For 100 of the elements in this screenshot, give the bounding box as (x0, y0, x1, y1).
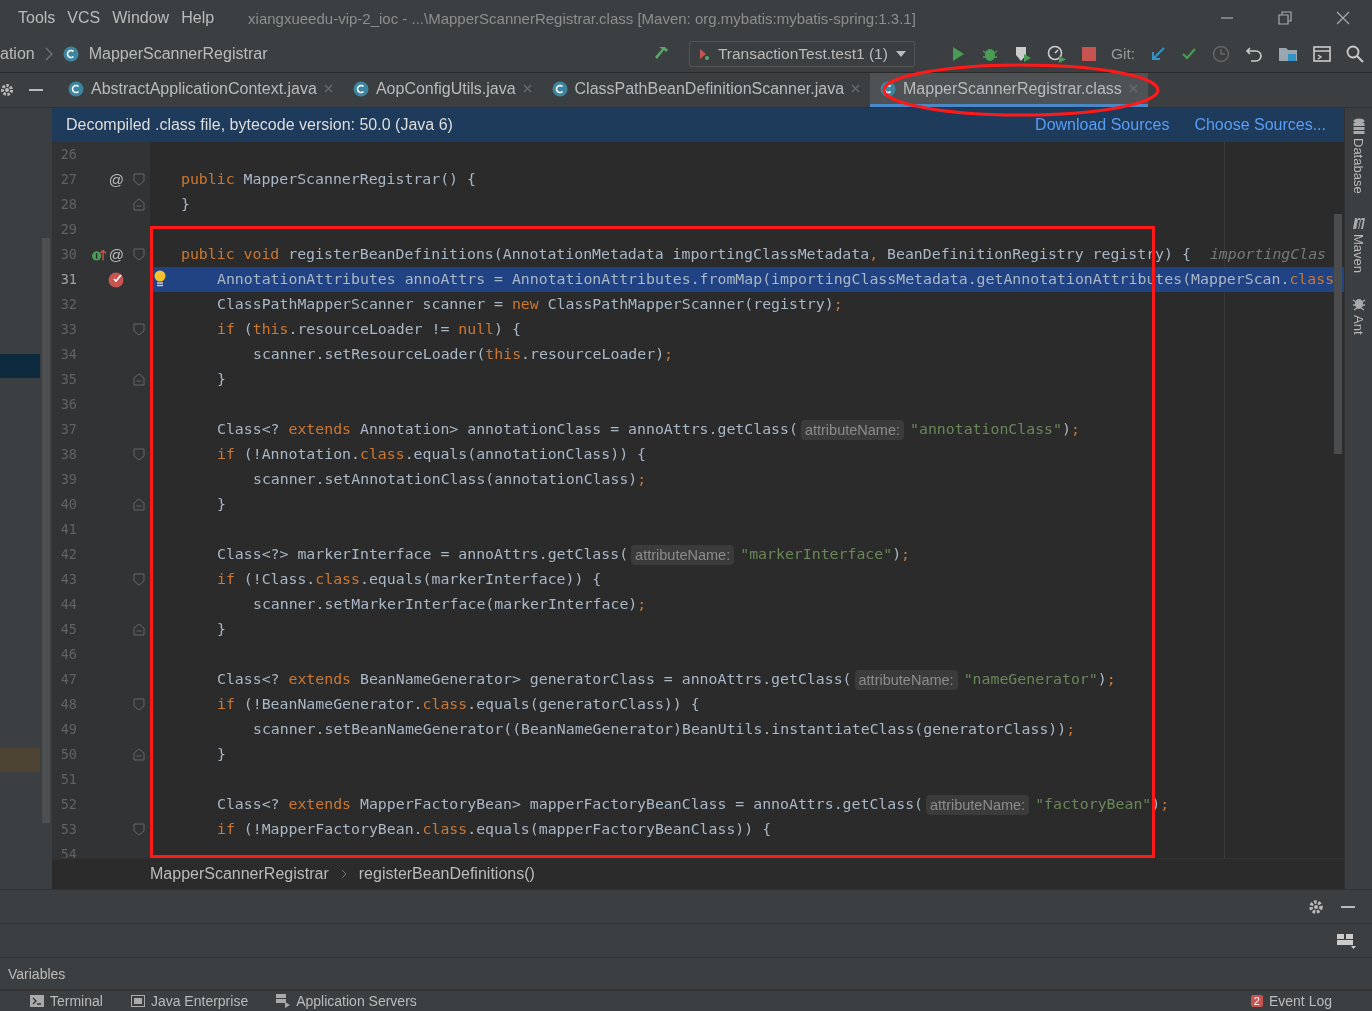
keyword-text: extends (288, 669, 352, 690)
code-text: ClassPathMapperScanner scanner = (217, 294, 504, 315)
override-icon[interactable] (92, 247, 107, 262)
menu-item[interactable]: VCS (67, 9, 101, 27)
menu-item[interactable]: Help (181, 9, 215, 27)
breakpoint-icon[interactable] (108, 271, 124, 288)
keyword-text: if (217, 819, 235, 840)
class-icon (68, 80, 84, 97)
scrollbar[interactable] (1334, 214, 1342, 454)
fold-end-icon[interactable] (133, 498, 145, 511)
fold-end-icon[interactable] (133, 198, 145, 211)
settings-icon[interactable] (0, 83, 14, 97)
code-text: Class<? (217, 419, 281, 440)
fold-end-icon[interactable] (133, 623, 145, 636)
stop-icon[interactable] (1081, 47, 1096, 61)
event-log-button[interactable]: 2 Event Log (1250, 993, 1332, 1009)
tool-window-button[interactable]: Maven (1350, 215, 1367, 273)
window-icon[interactable] (1313, 46, 1331, 62)
parameter-hint: attributeName: (854, 669, 958, 690)
folder-icon[interactable] (1278, 45, 1298, 63)
code-text: } (217, 494, 226, 515)
keyword-text: if (217, 569, 235, 590)
checkmark-icon[interactable] (1181, 46, 1197, 62)
chevron-icon (44, 47, 53, 61)
code-text: Class<? (217, 794, 281, 815)
lightbulb-icon[interactable] (154, 270, 166, 288)
code-text: MapperFactoryBean> mapperFactoryBeanClass = annoAttrs.getClass( (359, 794, 923, 815)
string-literal: "nameGenerator" (963, 669, 1098, 690)
settings-icon[interactable] (1308, 898, 1324, 915)
fold-icon[interactable] (133, 573, 145, 586)
code-text: ) (1097, 669, 1107, 690)
layout-icon[interactable] (1336, 932, 1356, 949)
keyword-text: public (181, 169, 235, 190)
breadcrumb[interactable]: registerBeanDefinitions() (358, 865, 535, 883)
shield-icon[interactable] (1013, 45, 1032, 63)
code-text: ( (242, 319, 253, 340)
run-configuration-dropdown[interactable]: TransactionTest.test1 (1) (688, 41, 915, 67)
play-icon (697, 47, 710, 61)
gauge-icon[interactable] (1046, 45, 1067, 63)
editor-tab[interactable]: AopConfigUtils.java (342, 73, 542, 107)
search-icon[interactable] (1346, 45, 1364, 63)
nav-crumb[interactable]: MapperScannerRegistrar (88, 45, 268, 63)
fold-icon[interactable] (133, 323, 145, 336)
keyword-text: class (360, 444, 405, 465)
code-text: scanner.setBeanNameGenerator((BeanNameGenerator)BeanUtils.instantiateClass(generatorClass)) (253, 719, 1067, 740)
fold-icon[interactable] (133, 173, 145, 186)
tool-window-button[interactable]: Application Servers (276, 993, 417, 1009)
code-text: ) (892, 544, 902, 565)
close-icon[interactable] (522, 84, 532, 93)
close-icon[interactable] (851, 84, 861, 93)
chevron-icon (340, 869, 347, 879)
variables-label: Variables (8, 965, 66, 982)
keyword-text: if (217, 694, 235, 715)
breadcrumb[interactable]: MapperScannerRegistrar (150, 865, 329, 883)
fold-end-icon[interactable] (133, 748, 145, 761)
restore-icon[interactable] (1278, 11, 1292, 25)
code-text: ClassPathMapperScanner(registry) (546, 294, 834, 315)
code-text: (!MapperFactoryBean. (242, 819, 423, 840)
keyword-text: ; (1106, 669, 1116, 690)
fold-end-icon[interactable] (133, 373, 145, 386)
annotation-marker[interactable]: @ (108, 171, 124, 188)
code-text: .equals(mapperFactoryBeanClass)) { (467, 819, 772, 840)
tool-window-button[interactable]: Terminal (30, 993, 103, 1009)
code-text: (!Class. (242, 569, 316, 590)
close-icon[interactable] (1336, 11, 1350, 25)
banner-link[interactable]: Download Sources (1035, 116, 1170, 134)
server-icon (276, 994, 291, 1008)
arrow-icon[interactable] (1150, 46, 1166, 62)
fold-icon[interactable] (133, 448, 145, 461)
undo-icon[interactable] (1245, 45, 1263, 63)
tool-window-button[interactable]: Java Enterprise (130, 993, 249, 1009)
code-text: } (217, 619, 226, 640)
annotation-marker[interactable]: @ (108, 246, 124, 263)
keyword-text: ; (664, 344, 674, 365)
window-title: xiangxueedu-vip-2_ioc - ...\MapperScannerRegistrar.class [Maven: org.mybatis:mybatis-spring:1.3.1] (248, 9, 916, 27)
banner-link[interactable]: Choose Sources... (1194, 116, 1326, 134)
line-number: 31 (59, 270, 78, 289)
nav-crumb[interactable]: ation (0, 45, 35, 63)
close-icon[interactable] (323, 84, 333, 93)
menu-item[interactable]: Window (112, 9, 170, 27)
fold-icon[interactable] (133, 823, 145, 836)
keyword-text: public void (181, 244, 280, 265)
fold-icon[interactable] (133, 698, 145, 711)
keyword-text: if (217, 319, 235, 340)
string-literal: "factoryBean" (1035, 794, 1152, 815)
clock-icon[interactable] (1212, 45, 1230, 63)
keyword-text: class (422, 694, 468, 715)
keyword-text: ; (1160, 794, 1170, 815)
menu-item[interactable]: Tools (18, 9, 56, 27)
tool-window-button[interactable]: Ant (1351, 294, 1366, 335)
tool-window-button[interactable]: Database (1351, 118, 1366, 194)
code-text: } (181, 194, 190, 215)
keyword-text: extends (288, 419, 352, 440)
code-text: } (217, 369, 226, 390)
editor-tab[interactable]: MapperScannerRegistrar.class (870, 73, 1148, 107)
editor-tab[interactable]: ClassPathBeanDefinitionScanner.java (541, 73, 871, 107)
window-icon (130, 995, 145, 1007)
editor-tab[interactable]: AbstractApplicationContext.java (58, 73, 343, 107)
keyword-text: this (252, 319, 289, 340)
fold-icon[interactable] (133, 248, 145, 261)
